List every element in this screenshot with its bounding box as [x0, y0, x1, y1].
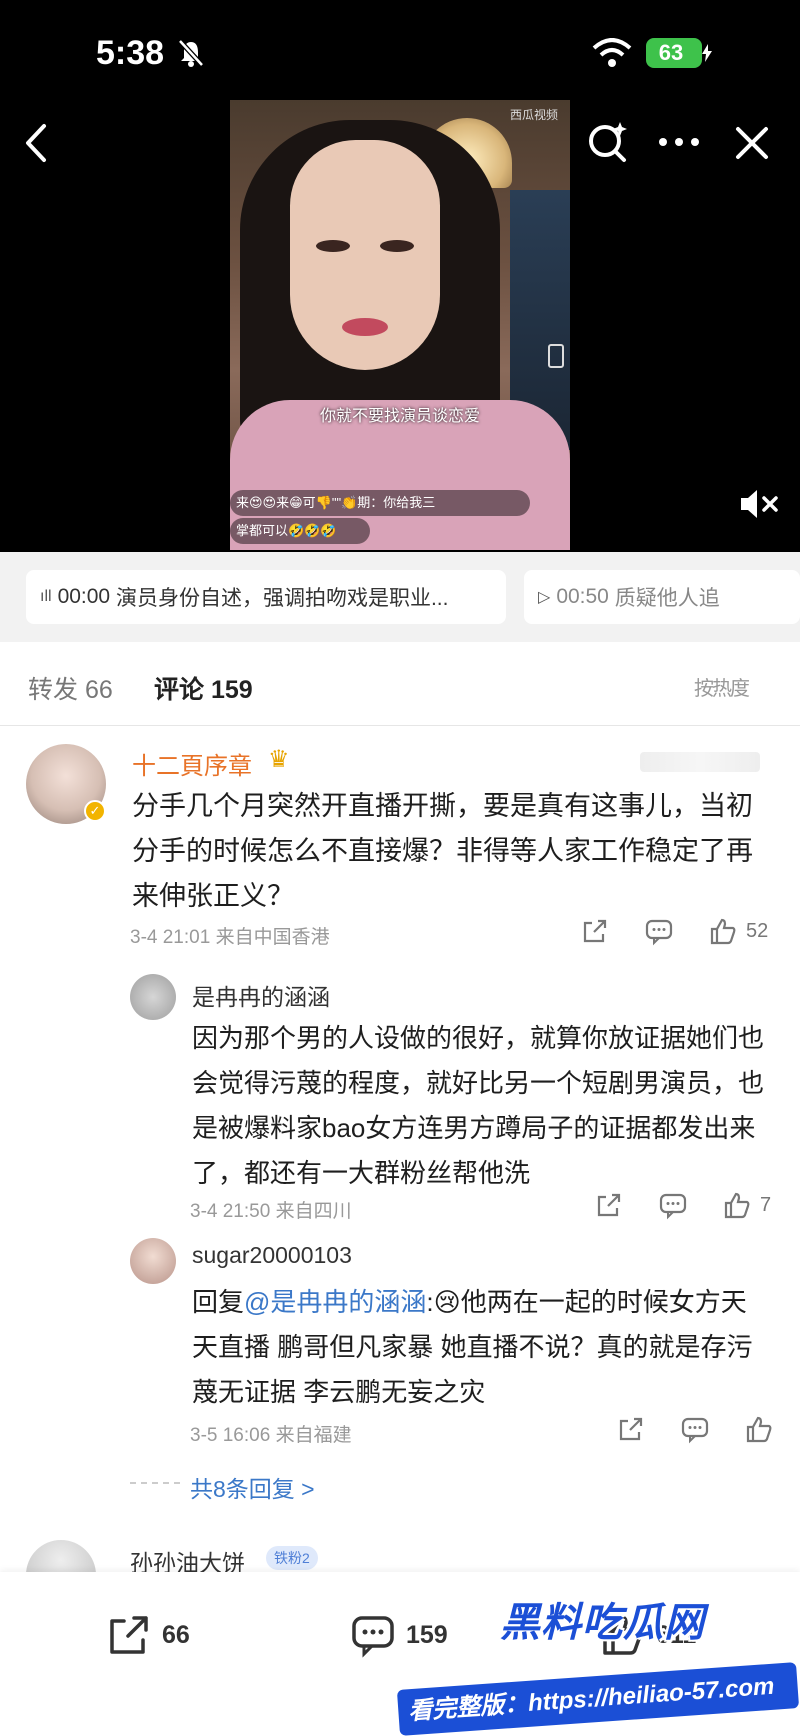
reply-icon[interactable]	[644, 916, 674, 946]
eye-left	[316, 240, 350, 252]
comment-body: 分手几个月突然开直播开撕，要是真有这事儿，当初分手的时候怎么不直接爆？非得等人家…	[132, 791, 753, 911]
watermark-title: 黑料吃瓜网	[500, 1600, 705, 1646]
audio-bars-icon: ıll	[40, 588, 52, 605]
video-header: 5:38 63 西瓜视频 你就不要找演员谈恋爱 来😍😍来😁可👎""👏期：你给我三…	[0, 0, 800, 552]
status-time: 5:38	[96, 34, 165, 72]
comment-actions: 7	[594, 1190, 771, 1220]
battery-indicator: 63	[646, 38, 702, 68]
eye-right	[380, 240, 414, 252]
more-icon[interactable]	[654, 124, 704, 160]
phone-icon	[548, 344, 564, 368]
mute-speaker-icon[interactable]	[738, 486, 780, 522]
wifi-icon	[592, 38, 632, 67]
crown-icon: ♛	[268, 746, 290, 773]
chapter-label: 质疑他人追	[614, 587, 720, 610]
comment-count: 159	[406, 1620, 448, 1649]
comment-meta: 3-5 16:06 来自福建	[190, 1425, 352, 1446]
avatar[interactable]	[130, 1238, 176, 1284]
chapter-time: 00:00	[57, 585, 111, 608]
share-count: 66	[162, 1620, 190, 1649]
comment-author[interactable]: sugar20000103	[192, 1242, 352, 1269]
share-button[interactable]: 66	[106, 1612, 190, 1658]
muted-bell-icon	[178, 39, 204, 67]
like-icon[interactable]	[708, 916, 738, 946]
like-icon[interactable]	[722, 1190, 752, 1220]
like-count: 7	[760, 1193, 772, 1216]
share-icon[interactable]	[594, 1190, 624, 1220]
tab-repost[interactable]: 转发 66	[28, 670, 113, 706]
reply-divider	[130, 1482, 180, 1484]
verified-badge-icon: ✓	[84, 800, 106, 822]
share-icon[interactable]	[580, 916, 610, 946]
mention-link[interactable]: @是冉冉的涵涵	[244, 1287, 426, 1317]
tab-bar: 转发 66 评论 159 按热度	[0, 642, 800, 726]
ai-search-icon[interactable]	[584, 116, 632, 168]
live-comment: 来😍😍来😁可👎""👏期：你给我三	[230, 490, 530, 516]
charging-bolt-icon	[702, 44, 712, 62]
comment-meta: 3-4 21:01 来自中国香港	[130, 927, 330, 948]
close-icon[interactable]	[730, 118, 774, 168]
chapter-time: 00:50	[556, 585, 609, 608]
video-watermark: 西瓜视频	[509, 108, 558, 122]
back-arrow-icon[interactable]	[16, 118, 60, 168]
share-icon[interactable]	[616, 1414, 646, 1444]
tab-comment[interactable]: 评论 159	[154, 670, 253, 706]
video-player[interactable]: 西瓜视频 你就不要找演员谈恋爱 来😍😍来😁可👎""👏期：你给我三 掌都可以🤣🤣🤣	[230, 100, 570, 550]
comment-icon	[352, 1616, 394, 1658]
reply-prefix: 回复	[192, 1287, 245, 1317]
video-subtitle: 你就不要找演员谈恋爱	[319, 408, 480, 425]
comment-actions: 52	[580, 916, 768, 946]
blurred-tag	[640, 752, 760, 772]
reply-icon[interactable]	[658, 1190, 688, 1220]
comment-actions	[616, 1414, 782, 1444]
chapter-chip-2[interactable]: ▷ 00:50 质疑他人追	[524, 570, 800, 624]
chapter-label: 演员身份自述，强调拍吻戏是职业...	[115, 587, 449, 610]
chapter-chip-1[interactable]: ıll 00:00 演员身份自述，强调拍吻戏是职业...	[26, 570, 506, 624]
like-icon[interactable]	[744, 1414, 774, 1444]
play-icon: ▷	[538, 589, 551, 606]
comment-meta: 3-4 21:50 来自四川	[190, 1201, 352, 1222]
comment-author[interactable]: 十二頁序章	[132, 746, 252, 781]
live-comment: 掌都可以🤣🤣🤣	[230, 518, 370, 544]
comment-author[interactable]: 是冉冉的涵涵	[192, 978, 330, 1012]
lips	[342, 318, 388, 336]
chapter-strip: ıll 00:00 演员身份自述，强调拍吻戏是职业... ▷ 00:50 质疑他…	[0, 552, 800, 642]
comment-body: 回复@是冉冉的涵涵:😢他两在一起的时候女方天天直播 鹏哥但凡家暴 她直播不说？真…	[192, 1280, 772, 1415]
avatar[interactable]	[130, 974, 176, 1020]
more-replies-link[interactable]: 共8条回复 >	[190, 1470, 315, 1504]
comment-body: 因为那个男的人设做的很好，就算你放证据她们也会觉得污蔑的程度，就好比另一个短剧男…	[192, 1023, 765, 1188]
fan-badge: 铁粉2	[266, 1546, 318, 1570]
video-person-face	[290, 140, 440, 370]
status-bar: 5:38 63	[0, 0, 800, 110]
like-count: 52	[746, 919, 769, 942]
comment-button[interactable]: 159	[350, 1612, 448, 1658]
reply-icon[interactable]	[680, 1414, 710, 1444]
share-icon	[110, 1616, 148, 1654]
sort-toggle[interactable]: 按热度	[694, 672, 750, 701]
